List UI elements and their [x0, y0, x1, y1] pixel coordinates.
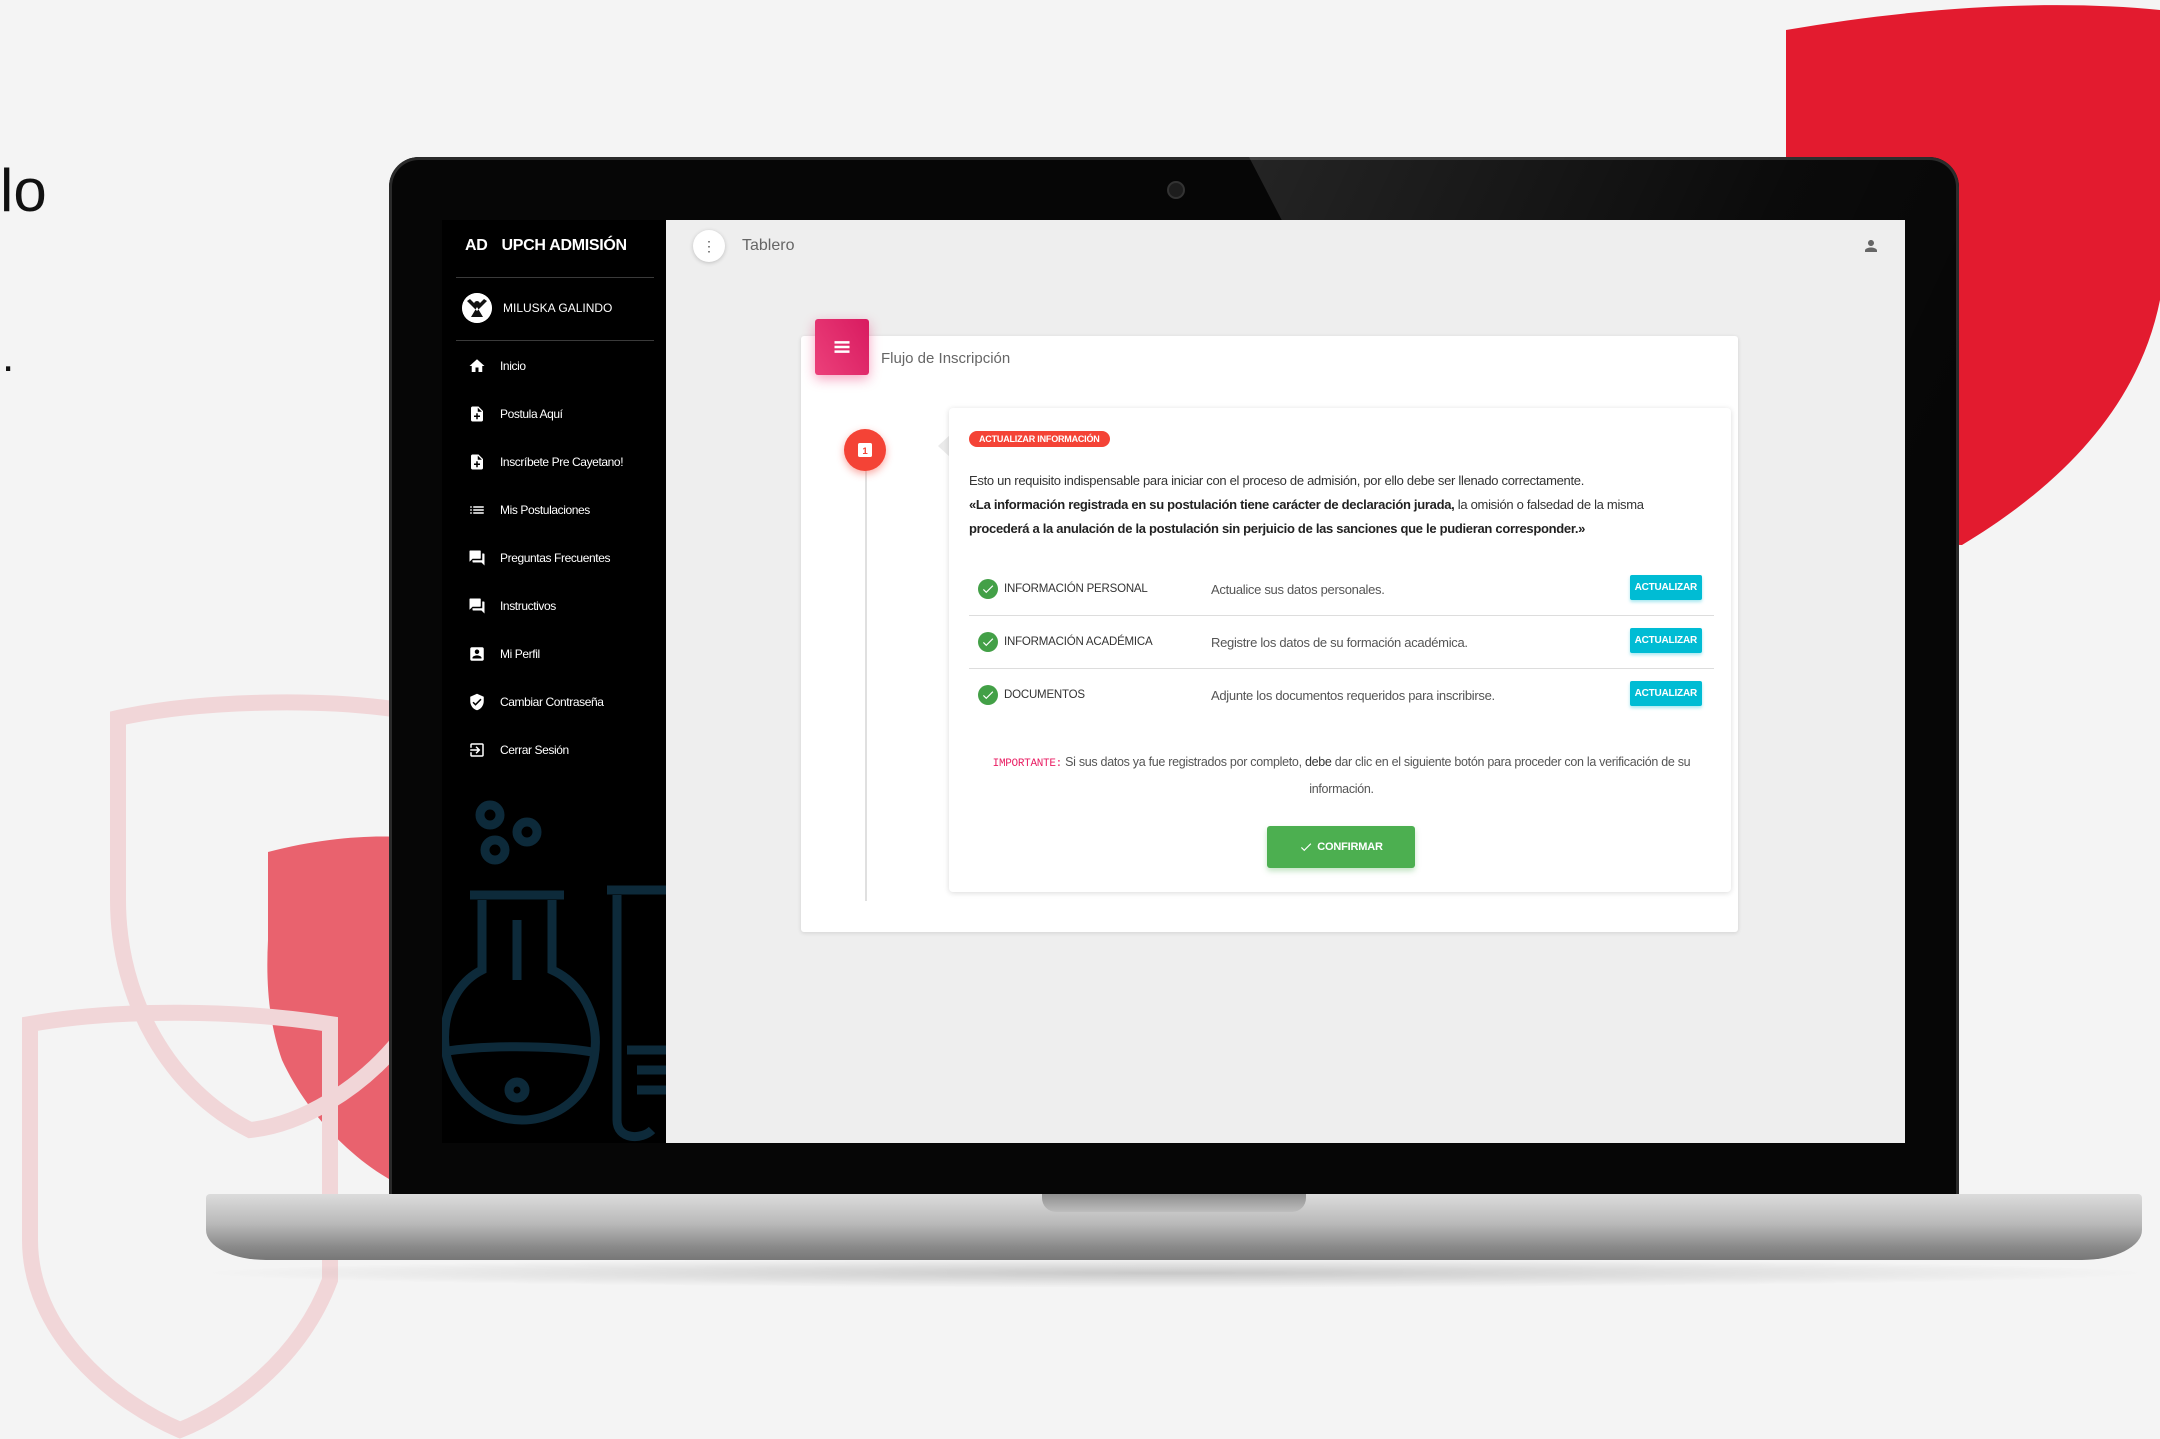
sidebar-divider [456, 277, 654, 278]
sidebar-item-cambiar-contrasena[interactable]: Cambiar Contraseña [442, 678, 666, 726]
check-icon [1301, 843, 1312, 852]
sidebar-item-mis-postulaciones[interactable]: Mis Postulaciones [442, 486, 666, 534]
brand-short: AD [465, 237, 488, 254]
check-circle-icon [978, 685, 998, 705]
timeline-step-badge: 1 [844, 429, 886, 471]
background-text-fragment: lo [0, 157, 47, 224]
sidebar-item-cerrar-sesion[interactable]: Cerrar Sesión [442, 726, 666, 774]
note-text: dar clic en el siguiente botón para proc… [1309, 755, 1691, 796]
brand-name: UPCH ADMISIÓN [501, 237, 628, 254]
card-title: Flujo de Inscripción [881, 350, 1011, 367]
forum-icon [469, 598, 485, 614]
intro-quote-bold: «La información registrada en su postula… [969, 497, 1455, 512]
menu-toggle-button[interactable]: ⋮ [693, 230, 725, 262]
intro-text: Esto un requisito indispensable para ini… [969, 469, 1714, 541]
account-box-icon [470, 647, 484, 661]
home-icon [469, 359, 485, 372]
requirement-name: DOCUMENTOS [1004, 689, 1085, 701]
sidebar-item-pre-cayetano[interactable]: Inscríbete Pre Cayetano! [442, 438, 666, 486]
page-title: Tablero [742, 237, 795, 254]
timeline-line [865, 446, 867, 901]
sidebar: AD UPCH ADMISIÓN MILUSKA GALINDO Inicio P… [442, 220, 666, 1143]
file-add-icon [471, 454, 483, 470]
sidebar-item-instructivos[interactable]: Instructivos [442, 582, 666, 630]
intro-quote-text: la omisión o falsedad de la misma [1454, 497, 1644, 512]
app-screen: AD UPCH ADMISIÓN MILUSKA GALINDO Inicio P… [442, 220, 1905, 1143]
confirm-button[interactable]: CONFIRMAR [1267, 826, 1415, 868]
user-profile[interactable]: MILUSKA GALINDO [462, 293, 612, 323]
sidebar-item-label: Mi Perfil [500, 647, 540, 661]
avatar [462, 293, 492, 323]
intro-line: Esto un requisito indispensable para ini… [969, 473, 1585, 488]
sidebar-item-inicio[interactable]: Inicio [442, 342, 666, 390]
sidebar-item-label: Postula Aquí [500, 407, 563, 421]
sidebar-divider [456, 340, 654, 341]
timeline-panel: ACTUALIZAR INFORMACIÓN Esto un requisito… [949, 408, 1731, 892]
update-personal-button[interactable]: ACTUALIZAR [1629, 575, 1702, 600]
update-documents-button[interactable]: ACTUALIZAR [1629, 681, 1702, 706]
sidebar-item-preguntas[interactable]: Preguntas Frecuentes [442, 534, 666, 582]
background-text-fragment: . [2, 332, 15, 381]
check-circle-icon [978, 579, 998, 599]
sidebar-item-label: Cerrar Sesión [500, 743, 569, 757]
list-icon [470, 506, 484, 514]
inscription-flow-card: Flujo de Inscripción 1 ACTUALIZAR INFORM… [801, 319, 1738, 932]
camera-icon [1167, 181, 1185, 199]
shield-check-icon [470, 693, 484, 711]
requirements-table: INFORMACIÓN PERSONAL Actualice sus datos… [969, 563, 1714, 721]
exit-icon [470, 743, 484, 757]
sidebar-item-label: Inscríbete Pre Cayetano! [500, 455, 624, 469]
svg-text:1: 1 [862, 446, 868, 457]
more-vertical-icon: ⋮ [702, 237, 716, 254]
user-name: MILUSKA GALINDO [503, 301, 613, 315]
user-menu-icon[interactable] [1862, 237, 1880, 255]
note-text: Si sus datos ya fue registrados por comp… [1061, 755, 1305, 769]
sidebar-item-label: Instructivos [500, 599, 556, 613]
file-add-icon [471, 406, 483, 422]
sidebar-item-postula[interactable]: Postula Aquí [442, 390, 666, 438]
check-circle-icon [978, 632, 998, 652]
table-row: DOCUMENTOS Adjunte los documentos requer… [969, 669, 1714, 721]
step-number-icon: 1 [858, 443, 872, 457]
sidebar-item-label: Mis Postulaciones [500, 503, 590, 517]
sidebar-item-label: Inicio [500, 359, 526, 373]
forum-icon [469, 550, 485, 566]
laptop-notch [1042, 1194, 1306, 1212]
intro-quote-bold: procederá a la anulación de la postulaci… [969, 521, 1586, 536]
lab-flask-illustration [442, 800, 666, 1141]
main-content: ⋮ Tablero Flujo de Inscripción 1 ACTUALI… [666, 220, 1905, 1143]
update-academic-button[interactable]: ACTUALIZAR [1629, 628, 1702, 653]
sidebar-item-label: Preguntas Frecuentes [500, 551, 611, 565]
requirement-name: INFORMACIÓN PERSONAL [1004, 583, 1148, 595]
requirement-name: INFORMACIÓN ACADÉMICA [1004, 636, 1153, 648]
sidebar-item-mi-perfil[interactable]: Mi Perfil [442, 630, 666, 678]
laptop-shadow [190, 1258, 2160, 1288]
confirm-button-label: CONFIRMAR [1317, 841, 1383, 853]
sidebar-item-label: Cambiar Contraseña [500, 695, 604, 709]
note-label: IMPORTANTE: [992, 758, 1063, 770]
table-row: INFORMACIÓN ACADÉMICA Registre los datos… [969, 616, 1714, 669]
important-note: IMPORTANTE: Si sus datos ya fue registra… [969, 750, 1714, 802]
brand[interactable]: AD UPCH ADMISIÓN [465, 237, 627, 255]
list-icon [834, 341, 850, 353]
table-row: INFORMACIÓN PERSONAL Actualice sus datos… [969, 563, 1714, 616]
status-badge: ACTUALIZAR INFORMACIÓN [969, 431, 1110, 447]
note-bold: debe [1304, 755, 1332, 769]
card-header-icon [815, 319, 869, 375]
sidebar-nav: Inicio Postula Aquí Inscríbete Pre Cayet… [442, 342, 666, 774]
